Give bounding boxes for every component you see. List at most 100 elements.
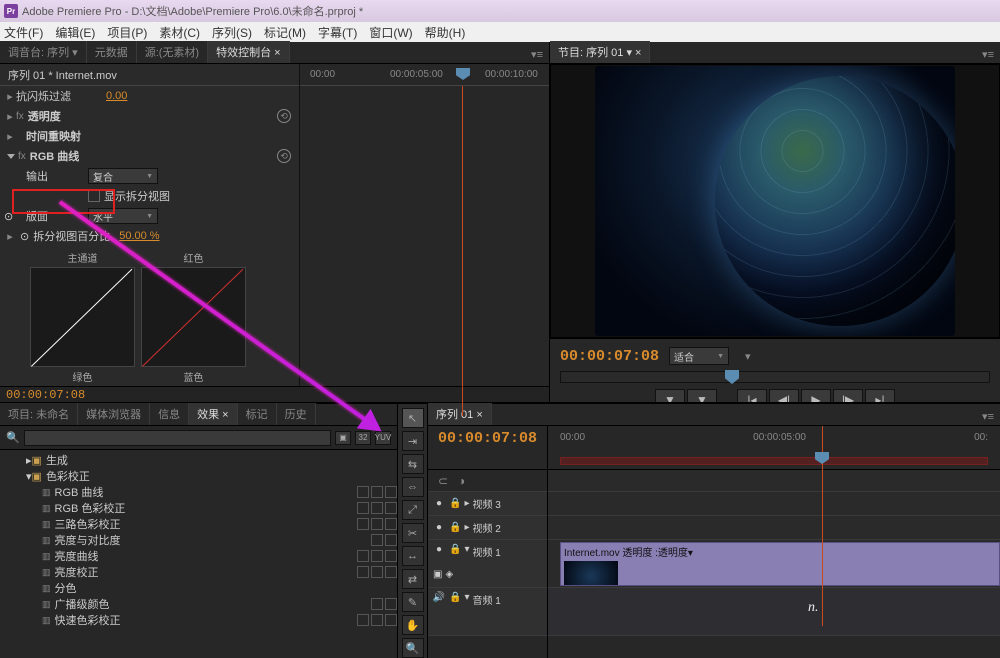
menu-help[interactable]: 帮助(H) — [425, 24, 466, 41]
curve-red[interactable] — [141, 267, 246, 367]
val-split-pct[interactable]: 50.00 % — [119, 230, 159, 242]
reset-icon[interactable]: ⟲ — [277, 149, 291, 163]
32bit-filter-icon[interactable]: 32 — [355, 431, 371, 445]
text-n: n. — [808, 600, 819, 616]
tab-sequence[interactable]: 序列 01 × — [428, 403, 492, 425]
zoom-tool[interactable]: 🔍 — [402, 638, 424, 658]
effects-tree[interactable]: ▸▣生成 ▾▣色彩校正 ▥RGB 曲线 ▥RGB 色彩校正 ▥三路色彩校正 ▥亮… — [0, 450, 397, 658]
program-timecode[interactable]: 00:00:07:08 — [560, 348, 659, 365]
curve-label-green: 绿色 — [73, 369, 93, 384]
row-opacity[interactable]: ▸fx透明度 ⟲ — [0, 106, 299, 126]
tool-palette: ↖ ⇥ ⇆ ⇔ ⤢ ✂ ↔ ⇄ ✎ ✋ 🔍 — [398, 404, 428, 658]
hand-tool[interactable]: ✋ — [402, 615, 424, 635]
layout-dropdown[interactable]: 水平 — [88, 208, 158, 224]
val-antiflicker[interactable]: 0.00 — [106, 90, 127, 102]
ec-playhead-icon[interactable] — [456, 68, 470, 80]
curve-label-master: 主通道 — [68, 250, 98, 265]
effect-item[interactable]: ▥亮度校正 — [0, 564, 397, 580]
tab-media-browser[interactable]: 媒体浏览器 — [78, 403, 150, 425]
menu-file[interactable]: 文件(F) — [4, 24, 43, 41]
tab-program[interactable]: 节目: 序列 01 ▾ × — [550, 41, 650, 63]
track-header-v1[interactable]: ●🔒▾视频 1 ▣◈ — [428, 540, 547, 588]
work-area-bar[interactable] — [560, 457, 988, 465]
program-monitor-panel: 节目: 序列 01 ▾ × ▾≡ 00:00:07:08 适合 ▾ ▼ — [550, 42, 1000, 402]
pen-tool[interactable]: ✎ — [402, 592, 424, 612]
tab-metadata[interactable]: 元数据 — [87, 41, 137, 63]
track-header-a1[interactable]: 🔊🔒▾音频 1 — [428, 588, 547, 636]
rolling-tool[interactable]: ⇔ — [402, 477, 424, 497]
title-bar: Pr Adobe Premiere Pro - D:\文档\Adobe\Prem… — [0, 0, 1000, 22]
tab-effects[interactable]: 效果 × — [189, 403, 237, 425]
snap-icon[interactable]: ⊂ — [438, 474, 452, 488]
menu-title[interactable]: 字幕(T) — [318, 24, 357, 41]
ripple-tool[interactable]: ⇆ — [402, 454, 424, 474]
tab-info[interactable]: 信息 — [150, 403, 189, 425]
rate-stretch-tool[interactable]: ⤢ — [402, 500, 424, 520]
tab-audio-mixer[interactable]: 调音台: 序列 ▾ — [0, 41, 87, 63]
effect-item[interactable]: ▥广播级颜色 — [0, 596, 397, 612]
menu-project[interactable]: 项目(P) — [107, 24, 147, 41]
ec-playhead-line — [462, 86, 463, 416]
slip-tool[interactable]: ↔ — [402, 546, 424, 566]
menu-sequence[interactable]: 序列(S) — [212, 24, 252, 41]
clip-thumbnail — [564, 561, 618, 586]
row-timeremap[interactable]: ▸时间重映射 — [0, 126, 299, 146]
effect-item[interactable]: ▥亮度与对比度 — [0, 532, 397, 548]
panel-menu-icon[interactable]: ▾≡ — [525, 46, 549, 63]
menu-marker[interactable]: 标记(M) — [264, 24, 306, 41]
row-output[interactable]: 输出 复合 — [0, 166, 299, 186]
curve-master[interactable] — [30, 267, 135, 367]
effect-item[interactable]: ▥三路色彩校正 — [0, 516, 397, 532]
selection-tool[interactable]: ↖ — [402, 408, 424, 428]
razor-tool[interactable]: ✂ — [402, 523, 424, 543]
tab-project[interactable]: 项目: 未命名 — [0, 403, 78, 425]
timeline-timecode[interactable]: 00:00:07:08 — [428, 426, 547, 451]
panel-menu-icon[interactable]: ▾≡ — [976, 46, 1000, 63]
project-panel: 项目: 未命名 媒体浏览器 信息 效果 × 标记 历史 🔍 ▣ 32 YUV ▸… — [0, 404, 398, 658]
track-v1-lane[interactable]: Internet.mov 透明度 :透明度▾ — [548, 540, 1000, 588]
timeline-ruler[interactable]: 00:00 00:00:05:00 00: — [548, 426, 1000, 469]
tab-source[interactable]: 源:(无素材) — [137, 41, 208, 63]
tab-effect-controls[interactable]: 特效控制台 × — [208, 41, 289, 63]
menu-window[interactable]: 窗口(W) — [369, 24, 412, 41]
effect-item[interactable]: ▥分色 — [0, 580, 397, 596]
track-header-v3[interactable]: ●🔒▸视频 3 — [428, 492, 547, 516]
folder-color-correct[interactable]: ▾▣色彩校正 — [0, 468, 397, 484]
output-dropdown[interactable]: 复合 — [88, 168, 158, 184]
effect-item[interactable]: ▥RGB 色彩校正 — [0, 500, 397, 516]
row-layout[interactable]: ⊙版面 水平 — [0, 206, 299, 226]
slide-tool[interactable]: ⇄ — [402, 569, 424, 589]
menu-clip[interactable]: 素材(C) — [159, 24, 200, 41]
track-select-tool[interactable]: ⇥ — [402, 431, 424, 451]
menu-edit[interactable]: 编辑(E) — [55, 24, 95, 41]
curve-label-blue: 蓝色 — [184, 369, 204, 384]
row-show-split[interactable]: 显示拆分视图 — [0, 186, 299, 206]
scrub-bar[interactable] — [560, 371, 990, 383]
timeline-playhead[interactable] — [822, 426, 823, 626]
reset-icon[interactable]: ⟲ — [277, 109, 291, 123]
linked-select-icon[interactable]: ◑ — [458, 474, 472, 488]
folder-generate[interactable]: ▸▣生成 — [0, 452, 397, 468]
row-split-percent[interactable]: ▸⊙拆分视图百分比 50.00 % — [0, 226, 299, 246]
effects-search-input[interactable] — [24, 430, 331, 446]
effect-item[interactable]: ▥亮度曲线 — [0, 548, 397, 564]
scrub-playhead-icon[interactable] — [725, 370, 739, 384]
tab-markers[interactable]: 标记 — [238, 403, 277, 425]
zoom-dropdown[interactable]: 适合 — [669, 347, 729, 365]
row-antiflicker[interactable]: ▸抗闪烁过滤 0.00 — [0, 86, 299, 106]
checkbox-split[interactable] — [88, 190, 100, 202]
effect-item[interactable]: ▥快速色彩校正 — [0, 612, 397, 628]
effect-item[interactable]: ▥RGB 曲线 — [0, 484, 397, 500]
yuv-filter-icon[interactable]: YUV — [375, 431, 391, 445]
clip-internet[interactable]: Internet.mov 透明度 :透明度▾ — [560, 542, 1000, 586]
premiere-icon: Pr — [4, 4, 18, 18]
quality-dropdown[interactable]: ▾ — [745, 350, 751, 363]
row-rgb-curves[interactable]: fxRGB 曲线 ⟲ — [0, 146, 299, 166]
track-header-v2[interactable]: ●🔒▸视频 2 — [428, 516, 547, 540]
accel-filter-icon[interactable]: ▣ — [335, 431, 351, 445]
tab-history[interactable]: 历史 — [277, 403, 316, 425]
menu-bar[interactable]: 文件(F) 编辑(E) 项目(P) 素材(C) 序列(S) 标记(M) 字幕(T… — [0, 22, 1000, 42]
panel-menu-icon[interactable]: ▾≡ — [976, 408, 1000, 425]
program-viewport[interactable] — [550, 64, 1000, 338]
ec-timecode[interactable]: 00:00:07:08 — [6, 388, 85, 402]
